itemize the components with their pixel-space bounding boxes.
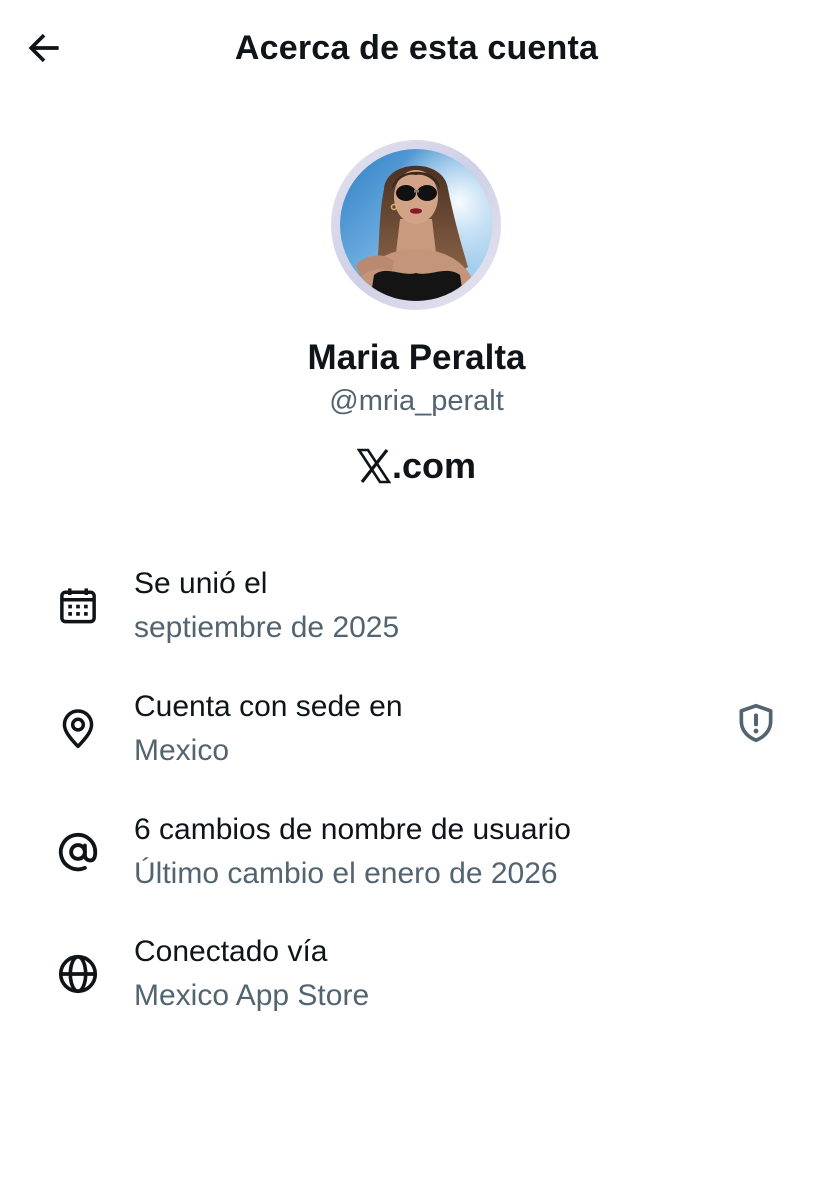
username-handle: @mria_peralt xyxy=(329,385,504,417)
avatar-ring xyxy=(331,140,501,310)
location-value: Mexico xyxy=(134,734,230,767)
platform-domain: .com xyxy=(391,445,477,486)
connected-via-value: Mexico App Store xyxy=(134,979,370,1012)
at-sign-icon xyxy=(52,826,104,878)
avatar[interactable] xyxy=(340,149,492,301)
display-name: Maria Peralta xyxy=(307,338,526,377)
account-location-row: Cuenta con sede en Mexico xyxy=(0,687,833,787)
location-info-button[interactable] xyxy=(728,695,784,751)
shield-alert-icon xyxy=(739,703,773,743)
globe-icon xyxy=(52,948,104,1000)
joined-label: Se unió el xyxy=(134,567,268,600)
page-title: Acerca de esta cuenta xyxy=(234,29,599,67)
username-changes-row: 6 cambios de nombre de usuario Último ca… xyxy=(0,810,833,910)
joined-date-row: Se unió el septiembre de 2025 xyxy=(0,564,833,664)
calendar-icon xyxy=(52,580,104,632)
joined-value: septiembre de 2025 xyxy=(134,611,400,644)
x-logo-icon xyxy=(356,448,391,484)
location-pin-icon xyxy=(52,703,104,755)
top-bar: Acerca de esta cuenta xyxy=(0,0,833,96)
platform-brand: .com xyxy=(0,444,833,488)
username-changes-label: 6 cambios de nombre de usuario xyxy=(134,813,571,846)
username-changes-value: Último cambio el enero de 2026 xyxy=(134,857,558,890)
connected-via-label: Conectado vía xyxy=(134,935,328,968)
location-label: Cuenta con sede en xyxy=(134,690,403,723)
connected-via-row: Conectado vía Mexico App Store xyxy=(0,932,833,1032)
